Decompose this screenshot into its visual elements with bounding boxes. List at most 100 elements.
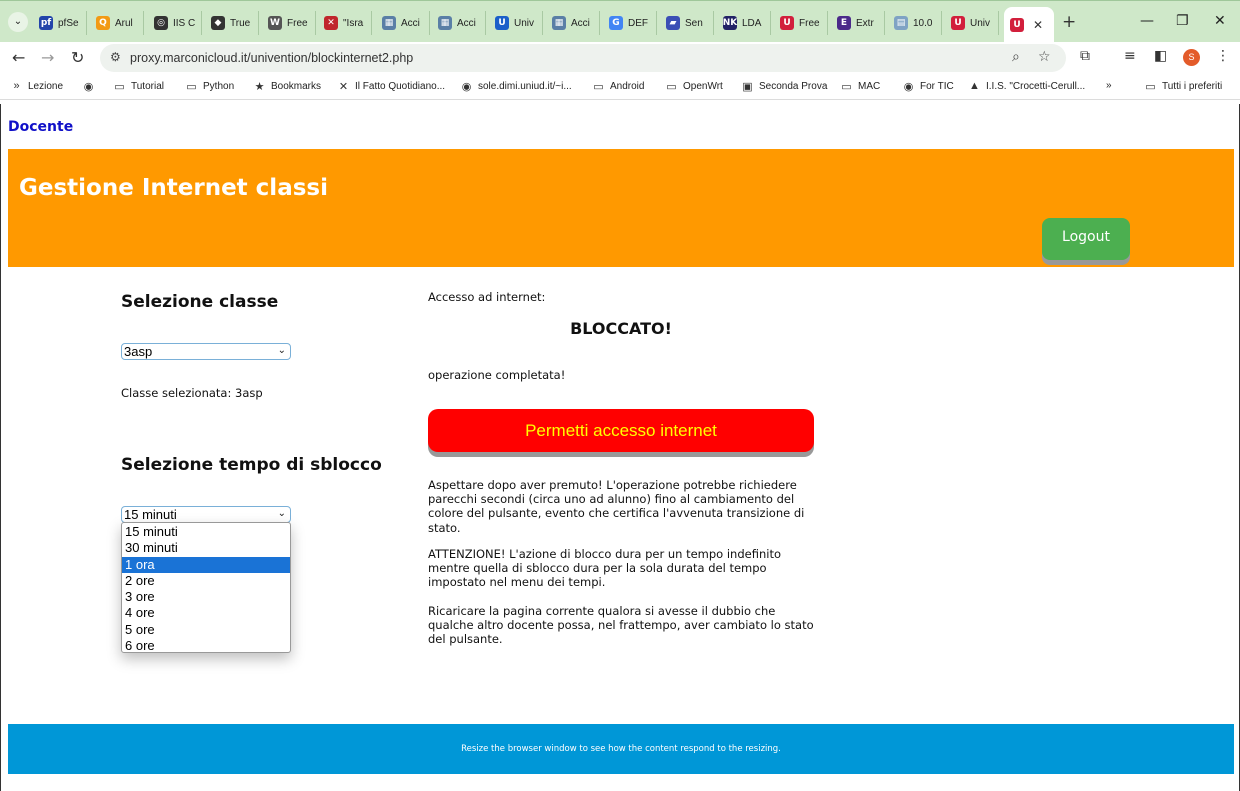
tab-favicon-icon: ✕ [324, 16, 338, 30]
chevron-down-icon: ⌄ [277, 345, 286, 356]
tab-favicon-icon: ◎ [154, 16, 168, 30]
bookmark-star-icon[interactable]: ☆ [1038, 49, 1051, 65]
time-select[interactable]: 15 minuti ⌄ [121, 506, 291, 523]
time-option[interactable]: 5 ore [122, 622, 290, 638]
browser-tab[interactable]: U Free [774, 11, 828, 35]
back-arrow-icon[interactable]: ← [12, 48, 25, 67]
bookmark-label: sole.dimi.uniud.it/~i... [478, 81, 572, 92]
bookmark-label: I.I.S. "Crocetti-Cerull... [986, 80, 1086, 92]
bookmark-item[interactable]: ◉ For TIC [902, 80, 954, 93]
tab-favicon-icon: U [780, 16, 794, 30]
tab-favicon-icon: G [609, 16, 623, 30]
bookmark-item[interactable]: ▭ Tutorial [113, 80, 164, 93]
bookmark-icon: ▭ [593, 81, 604, 93]
tab-title: 10.0 [913, 17, 933, 29]
browser-tab[interactable]: ▦ Acci [432, 11, 486, 35]
browser-tab[interactable]: G DEF [603, 11, 657, 35]
tab-title: Univ [514, 17, 535, 29]
close-tab-icon[interactable]: ✕ [1033, 18, 1043, 32]
side-panel-icon[interactable]: ◧ [1154, 48, 1167, 64]
restore-icon[interactable]: ❐ [1176, 13, 1189, 29]
time-option[interactable]: 3 ore [122, 589, 290, 605]
bookmark-item[interactable]: ◉ sole.dimi.uniud.it/~i... [460, 80, 572, 93]
bookmark-item[interactable]: ▭ Python [185, 80, 234, 93]
tab-title: Acci [457, 17, 476, 29]
tab-favicon-icon: ▦ [382, 16, 396, 30]
bookmark-item[interactable]: ▭ OpenWrt [665, 80, 723, 93]
time-option[interactable]: 4 ore [122, 605, 290, 621]
bookmark-item[interactable]: ▲ I.I.S. "Crocetti-Cerull... [968, 80, 1085, 92]
browser-tab[interactable]: ◎ IIS C [148, 11, 202, 35]
browser-tab[interactable]: ▦ Acci [546, 11, 600, 35]
browser-tab[interactable]: U Univ [489, 11, 543, 35]
time-option[interactable]: 30 minuti [122, 540, 290, 556]
address-toolbar: ← → ↻ ⚙ proxy.marconicloud.it/univention… [0, 42, 1240, 74]
window-close-icon[interactable]: ✕ [1214, 13, 1226, 29]
docente-link[interactable]: Docente [8, 119, 73, 135]
browser-tab[interactable]: ◆ True [205, 11, 259, 35]
logout-button[interactable]: Logout [1042, 218, 1130, 260]
bookmark-item[interactable]: ▣ Seconda Prova [741, 80, 827, 93]
browser-tab[interactable]: U Univ [945, 11, 999, 35]
reload-icon[interactable]: ↻ [71, 48, 84, 67]
bookmark-label: Il Fatto Quotidiano... [355, 81, 446, 92]
browser-tab[interactable]: ▰ Sen [660, 11, 714, 35]
bookmark-icon: » [13, 80, 20, 92]
time-option[interactable]: 1 ora [122, 556, 290, 573]
bookmarks-overflow-icon[interactable]: » [1106, 80, 1112, 91]
tab-favicon-icon: ▦ [552, 16, 566, 30]
tab-title: True [230, 17, 251, 29]
browser-tab[interactable]: Q Arul [90, 11, 144, 35]
bookmark-item[interactable]: » Lezione [10, 80, 63, 92]
forward-arrow-icon[interactable]: → [41, 48, 54, 67]
time-dropdown-list: 15 minuti 30 minuti 1 ora 2 ore 3 ore 4 ore 5 … [121, 522, 291, 653]
all-bookmarks-folder[interactable]: ▭ Tutti i preferiti [1144, 80, 1222, 93]
browser-tab[interactable]: ▤ 10.0 [888, 11, 942, 35]
bookmark-item[interactable]: ✕ Il Fatto Quotidiano... [337, 80, 445, 93]
info-paragraph-warning: ATTENZIONE! L'azione di blocco dura per … [428, 547, 781, 590]
new-tab-button[interactable]: + [1062, 12, 1076, 32]
tab-title: IIS C [173, 17, 196, 29]
address-bar[interactable]: ⚙ proxy.marconicloud.it/univention/block… [100, 44, 1066, 72]
browser-tab[interactable]: ▦ Acci [376, 11, 430, 35]
site-info-icon[interactable]: ⚙ [110, 50, 121, 64]
bookmark-item[interactable]: ▭ Android [592, 80, 644, 93]
bookmark-item[interactable]: ★ Bookmarks [253, 80, 321, 93]
bookmark-label: OpenWrt [683, 81, 723, 92]
tab-title: Acci [401, 17, 420, 29]
browser-tab[interactable]: pf pfSe [33, 11, 87, 35]
minimize-icon[interactable]: — [1140, 13, 1154, 29]
profile-avatar[interactable]: S [1183, 49, 1200, 66]
bookmark-item[interactable]: ◉ [82, 80, 100, 93]
access-status: BLOCCATO! [570, 319, 672, 338]
active-tab[interactable]: U ✕ [1004, 7, 1054, 43]
browser-tab[interactable]: E Extr [831, 11, 885, 35]
media-controls-icon[interactable]: ≡ [1124, 48, 1136, 64]
page-footer: Resize the browser window to see how the… [8, 724, 1234, 774]
tab-favicon-icon: ▤ [894, 16, 908, 30]
page-viewport: Docente Gestione Internet classi Logout … [0, 104, 1240, 791]
browser-tab[interactable]: NK LDA [717, 11, 771, 35]
allow-internet-button[interactable]: Permetti accesso internet [428, 409, 814, 452]
tab-strip: ⌄ pf pfSe Q Arul ◎ IIS C ◆ True W Free ✕ "Isra ▦ Acci… [0, 0, 1240, 43]
browser-menu-icon[interactable]: ⋮ [1216, 48, 1230, 64]
time-option[interactable]: 15 minuti [122, 524, 290, 540]
bookmark-item[interactable]: ▭ MAC [840, 80, 880, 93]
time-option[interactable]: 6 ore [122, 638, 290, 654]
tab-title: Acci [571, 17, 590, 29]
time-section-heading: Selezione tempo di sblocco [121, 455, 382, 475]
chevron-down-icon: ⌄ [277, 508, 286, 519]
bookmark-icon: ◉ [83, 81, 94, 93]
browser-tab[interactable]: W Free [262, 11, 316, 35]
zoom-icon[interactable]: ⌕ [1012, 49, 1020, 65]
extensions-icon[interactable]: ⧉ [1080, 48, 1090, 64]
url-text[interactable]: proxy.marconicloud.it/univention/blockin… [130, 51, 413, 65]
univention-icon: U [1010, 18, 1024, 32]
tab-search-chevron-icon[interactable]: ⌄ [8, 12, 28, 32]
time-option[interactable]: 2 ore [122, 573, 290, 589]
class-select[interactable]: 3asp ⌄ [121, 343, 291, 360]
browser-tab[interactable]: ✕ "Isra [318, 11, 372, 35]
bookmark-icon: ★ [254, 81, 265, 93]
bookmarks-bar: » Lezione ◉ ▭ Tutorial ▭ Python ★ Bookmarks ✕ Il F… [0, 76, 1240, 100]
operation-status: operazione completata! [428, 368, 566, 382]
